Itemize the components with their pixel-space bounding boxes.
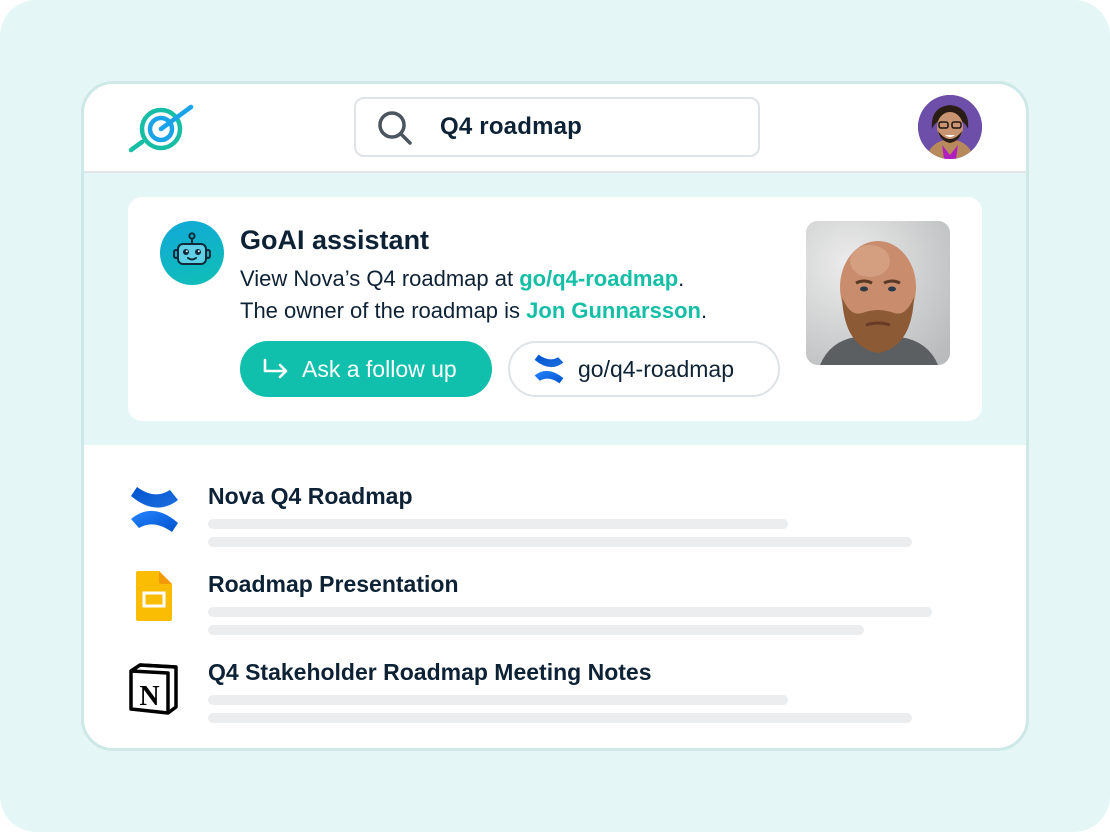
golink-inline-link[interactable]: go/q4-roadmap <box>519 266 678 291</box>
search-input[interactable]: Q4 roadmap <box>440 113 582 141</box>
result-title[interactable]: Q4 Stakeholder Roadmap Meeting Notes <box>208 659 651 686</box>
ask-follow-up-button[interactable]: Ask a follow up <box>240 341 492 397</box>
owner-photo[interactable] <box>806 221 950 365</box>
assistant-card: GoAI assistant View Nova’s Q4 roadmap at… <box>128 197 982 421</box>
owner-name-link[interactable]: Jon Gunnarsson <box>526 298 701 323</box>
result-title[interactable]: Roadmap Presentation <box>208 571 459 598</box>
reply-arrow-icon <box>263 358 288 379</box>
answer-text: The owner of the roadmap is <box>240 298 527 323</box>
result-snippet-placeholder <box>208 537 912 547</box>
confluence-icon <box>131 487 178 532</box>
result-snippet-placeholder <box>208 519 788 529</box>
google-slides-icon <box>136 571 172 621</box>
golink-button-label: go/q4-roadmap <box>578 355 734 382</box>
notion-icon: N <box>129 663 178 715</box>
user-avatar-image <box>918 95 982 159</box>
answer-text: View Nova’s Q4 roadmap at <box>240 266 520 291</box>
ask-follow-up-label: Ask a follow up <box>302 355 457 382</box>
result-item[interactable]: Nova Q4 Roadmap <box>84 483 1026 565</box>
goai-logo-icon[interactable] <box>128 104 194 154</box>
result-snippet-placeholder <box>208 713 912 723</box>
answer-line-2: The owner of the roadmap is Jon Gunnarss… <box>240 295 707 327</box>
confluence-icon <box>534 354 564 384</box>
result-snippet-placeholder <box>208 607 932 617</box>
assistant-area: GoAI assistant View Nova’s Q4 roadmap at… <box>84 173 1026 445</box>
robot-icon <box>160 221 224 285</box>
user-avatar[interactable] <box>918 95 982 159</box>
result-item[interactable]: Roadmap Presentation <box>84 571 1026 653</box>
owner-photo-image <box>806 221 950 365</box>
search-window: Q4 roadmap GoAI assistant View Nova’s Q4… <box>81 81 1029 751</box>
assistant-title: GoAI assistant <box>240 225 430 255</box>
answer-text: . <box>678 266 685 291</box>
answer-line-1: View Nova’s Q4 roadmap at go/q4-roadmap. <box>240 263 707 295</box>
assistant-answer: View Nova’s Q4 roadmap at go/q4-roadmap.… <box>240 263 707 327</box>
search-bar[interactable]: Q4 roadmap <box>354 97 760 157</box>
svg-text:N: N <box>139 681 159 712</box>
result-snippet-placeholder <box>208 625 864 635</box>
header: Q4 roadmap <box>84 84 1026 173</box>
golink-button[interactable]: go/q4-roadmap <box>508 341 780 397</box>
answer-text: . <box>700 298 708 323</box>
result-item[interactable]: N Q4 Stakeholder Roadmap Meeting Notes <box>84 659 1026 741</box>
search-icon <box>378 111 412 145</box>
result-snippet-placeholder <box>208 695 788 705</box>
result-title[interactable]: Nova Q4 Roadmap <box>208 483 413 510</box>
